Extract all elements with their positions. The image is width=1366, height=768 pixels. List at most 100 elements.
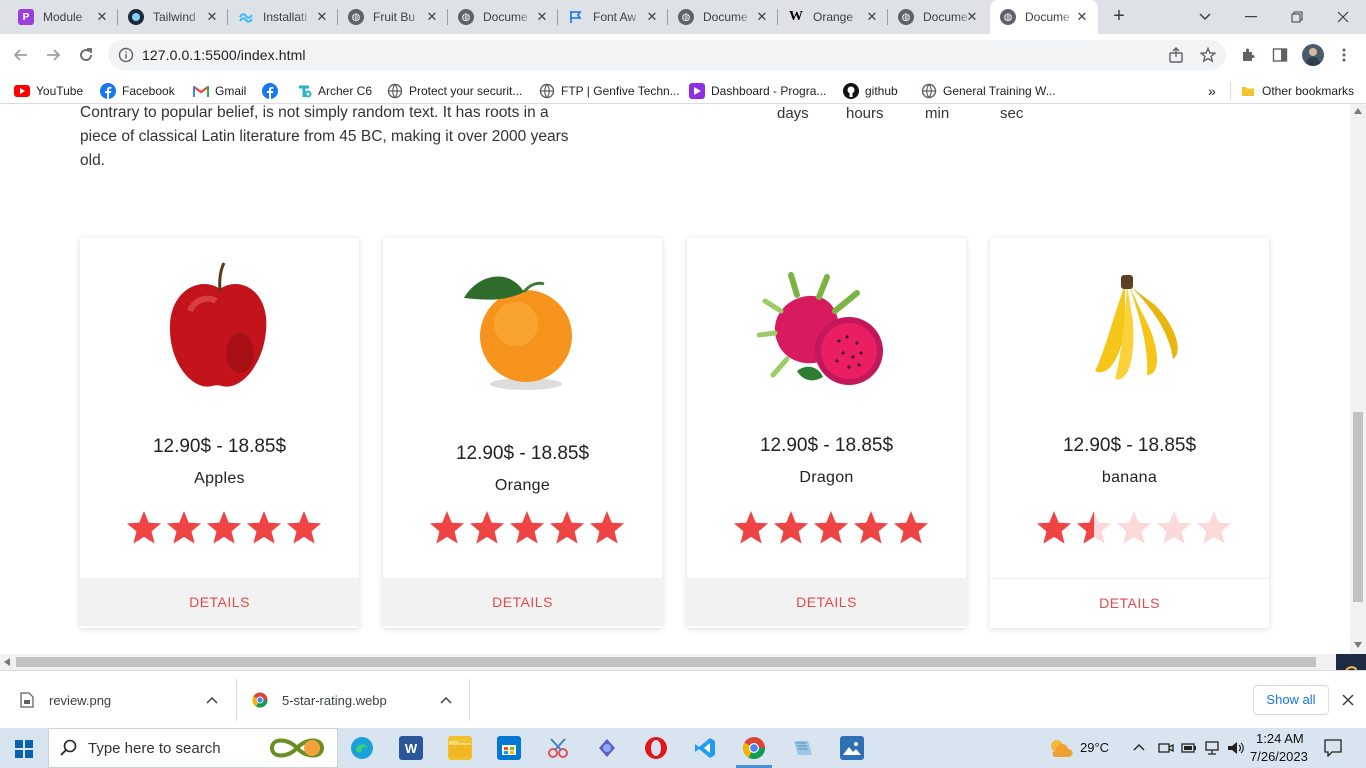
close-tab-icon[interactable]: ✕ [534, 9, 550, 25]
bookmark-general-training[interactable]: General Training W... [921, 82, 1056, 100]
restore-button[interactable] [1274, 0, 1320, 34]
vscode-icon[interactable] [693, 736, 717, 760]
taskbar-time[interactable]: 1:24 AM [1256, 731, 1304, 746]
chrome-icon[interactable] [742, 736, 766, 760]
star-icon [1196, 511, 1232, 544]
store-icon[interactable] [497, 736, 521, 760]
download-item[interactable]: review.png [20, 671, 230, 729]
search-highlight-icon[interactable] [266, 732, 328, 764]
info-icon[interactable] [118, 47, 134, 63]
weather-temperature[interactable]: 29°C [1080, 740, 1109, 755]
details-button[interactable]: DETAILS [990, 578, 1269, 626]
profile-avatar[interactable] [1302, 44, 1324, 66]
more-menu-icon[interactable] [1336, 47, 1352, 63]
close-tab-icon[interactable]: ✕ [964, 9, 980, 25]
cortana-icon[interactable] [595, 736, 619, 760]
other-bookmarks[interactable]: Other bookmarks [1240, 82, 1354, 100]
network-icon[interactable] [1204, 740, 1220, 756]
new-tab-button[interactable]: + [1108, 6, 1130, 28]
battery-icon[interactable] [1181, 740, 1197, 756]
details-button[interactable]: DETAILS [687, 578, 966, 626]
star-icon [813, 511, 849, 544]
vertical-scroll-thumb[interactable] [1353, 412, 1363, 602]
opera-icon[interactable] [644, 736, 668, 760]
url-text[interactable]: 127.0.0.1:5500/index.html [142, 47, 306, 63]
share-icon[interactable] [1168, 47, 1184, 63]
scroll-down-icon[interactable] [1354, 642, 1362, 648]
orange-image [383, 256, 662, 406]
weather-icon[interactable] [1047, 737, 1073, 759]
chevron-up-icon[interactable] [206, 696, 218, 704]
product-name: Dragon [799, 469, 854, 486]
bookmark-label: General Training W... [943, 84, 1056, 98]
browser-tab[interactable]: ◍ Docume ✕ [888, 0, 988, 34]
notepad-icon[interactable] [791, 736, 815, 760]
chevron-up-icon[interactable] [1133, 743, 1145, 751]
browser-tab[interactable]: P Module ✕ [8, 0, 118, 34]
details-button[interactable]: DETAILS [383, 578, 662, 626]
windows-start-icon[interactable] [15, 740, 33, 758]
star-icon [733, 511, 769, 544]
taskbar-search-placeholder[interactable]: Type here to search [88, 740, 221, 757]
bookmark-archer[interactable]: Archer C6 [296, 82, 372, 100]
browser-tab[interactable]: ◍ Docume ✕ [668, 0, 778, 34]
close-tab-icon[interactable]: ✕ [1074, 9, 1090, 25]
tab-search-button[interactable] [1182, 0, 1228, 34]
bookmark-ftp[interactable]: FTP | Genfive Techn... [539, 82, 680, 100]
close-tab-icon[interactable]: ✕ [204, 9, 220, 25]
browser-tab[interactable]: ◍ Fruit Bu ✕ [338, 0, 448, 34]
extensions-icon[interactable] [1240, 47, 1256, 63]
reload-button[interactable] [75, 44, 97, 66]
download-filename: review.png [49, 692, 112, 708]
download-item[interactable]: 5-star-rating.webp [252, 671, 462, 729]
close-tab-icon[interactable]: ✕ [94, 9, 110, 25]
globe-icon: ◍ [678, 9, 694, 25]
scroll-left-icon[interactable] [4, 658, 10, 666]
bookmark-github[interactable]: github [843, 82, 898, 100]
word-icon[interactable]: W [399, 736, 423, 760]
browser-tab-active[interactable]: ◍ Docume ✕ [990, 0, 1098, 34]
close-tab-icon[interactable]: ✕ [864, 9, 880, 25]
close-tab-icon[interactable]: ✕ [424, 9, 440, 25]
vertical-scrollbar[interactable] [1350, 104, 1366, 654]
bookmark-facebook-2[interactable] [262, 82, 284, 100]
volume-icon[interactable] [1227, 740, 1245, 756]
details-button[interactable]: DETAILS [80, 578, 359, 626]
close-icon[interactable] [1342, 694, 1354, 706]
bookmark-protect[interactable]: Protect your securit... [387, 82, 522, 100]
star-shape [286, 511, 322, 544]
minimize-button[interactable] [1228, 0, 1274, 34]
programming-hero-icon [689, 83, 705, 99]
bookmark-dashboard[interactable]: Dashboard - Progra... [689, 82, 826, 100]
more-bookmarks-button[interactable]: » [1208, 82, 1216, 100]
snipping-tool-icon[interactable] [546, 736, 570, 760]
browser-tab[interactable]: Installati ✕ [228, 0, 338, 34]
browser-tab[interactable]: Tailwind ✕ [118, 0, 228, 34]
photos-icon[interactable] [840, 736, 864, 760]
bookmark-facebook[interactable]: Facebook [100, 82, 175, 100]
notifications-icon[interactable] [1324, 739, 1342, 757]
forward-button[interactable] [42, 44, 64, 66]
file-explorer-icon[interactable] [448, 736, 472, 760]
browser-tab[interactable]: W Orange ✕ [778, 0, 888, 34]
chevron-up-icon[interactable] [440, 696, 452, 704]
star-icon [589, 511, 625, 544]
horizontal-scroll-thumb[interactable] [16, 657, 1316, 667]
horizontal-scrollbar[interactable] [0, 654, 1350, 670]
scroll-up-icon[interactable] [1354, 108, 1362, 114]
close-window-button[interactable] [1320, 0, 1366, 34]
back-button[interactable] [10, 44, 32, 66]
close-tab-icon[interactable]: ✕ [644, 9, 660, 25]
edge-icon[interactable] [350, 736, 374, 760]
taskbar-date[interactable]: 7/26/2023 [1250, 749, 1308, 764]
side-panel-icon[interactable] [1272, 47, 1288, 63]
close-tab-icon[interactable]: ✕ [754, 9, 770, 25]
show-all-button[interactable]: Show all [1253, 685, 1329, 715]
browser-tab[interactable]: Font Aw ✕ [558, 0, 668, 34]
meet-now-icon[interactable] [1158, 740, 1174, 756]
bookmark-star-icon[interactable] [1200, 47, 1216, 63]
bookmark-youtube[interactable]: YouTube [14, 82, 83, 100]
bookmark-gmail[interactable]: Gmail [193, 82, 246, 100]
browser-tab[interactable]: ◍ Docume ✕ [448, 0, 558, 34]
close-tab-icon[interactable]: ✕ [314, 9, 330, 25]
